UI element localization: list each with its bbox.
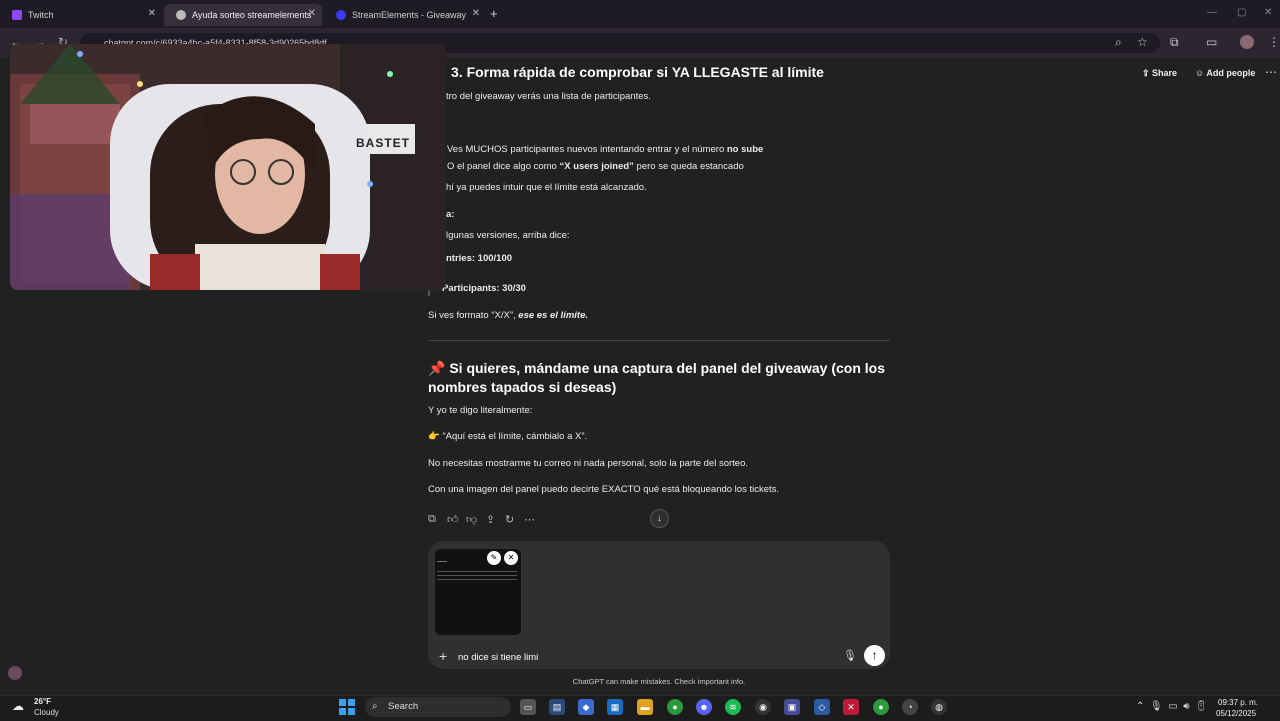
prompt-input[interactable] [458,650,818,664]
message-paragraph: Y yo te digo literalmente: [428,405,533,416]
windows-logo-tile [339,699,346,706]
send-button[interactable]: ↑ [864,645,885,666]
copilot-icon[interactable]: ◆ [578,699,594,715]
scroll-down-button[interactable]: ↓ [650,509,669,528]
cast-icon[interactable]: ▭ [1206,35,1217,49]
thumbs-down-icon[interactable]: 👎︎ [466,513,477,526]
minimize-button[interactable]: — [1207,7,1217,18]
tab-label: Ayuda sorteo streamelements [192,10,312,20]
share-label: Share [1152,68,1178,78]
weather-description[interactable]: Cloudy [34,708,59,717]
microphone-icon[interactable]: 🎙︎ [843,649,857,662]
tab-label: StreamElements - Giveaway [352,10,467,20]
twitch-icon [12,10,22,20]
message-line: ntries: 100/100 [446,253,513,264]
app-pin-icon[interactable]: ◍ [931,699,947,715]
windows-logo-tile [339,708,346,715]
remove-attachment-icon[interactable]: ✕ [504,551,518,565]
windows-logo-tile [348,708,355,715]
edit-attachment-icon[interactable]: ✎ [487,551,501,565]
add-people-label: Add people [1206,68,1256,78]
app-diamond-icon[interactable]: ◇ [814,699,830,715]
message-line: a: [446,209,455,220]
more-options-icon[interactable]: ⋯ [524,513,535,526]
widgets-icon[interactable]: ▤ [549,699,565,715]
thumbnail-line [437,561,447,562]
zoom-icon[interactable]: ⌕ [1115,35,1122,50]
search-icon: ⌕ [372,701,378,712]
weather-icon[interactable]: ☁ [12,699,24,713]
maximize-button[interactable]: ▢ [1237,7,1246,18]
copy-icon[interactable]: ⧉ [428,513,436,526]
message-line: Si ves formato “X/X”, ese es el límite. [428,310,588,321]
section-heading: 3. Forma rápida de comprobar si YA LLEGA… [451,64,824,80]
more-options-icon[interactable]: ⋯ [1265,65,1277,79]
close-icon[interactable]: ✕ [472,8,480,19]
thumbnail-line [437,571,517,572]
message-line: O el panel dice algo como “X users joine… [447,161,744,172]
webcam-sign-text: BASTET [356,136,410,150]
divider [428,340,890,341]
message-paragraph: No necesitas mostrarme tu correo ni nada… [428,458,748,469]
message-line: tro del giveaway verás una lista de part… [446,91,651,102]
add-attachment-icon[interactable]: + [439,648,447,664]
close-app-icon[interactable]: ✕ [843,699,859,715]
bookmark-star-icon[interactable]: ☆ [1137,35,1148,49]
windows-logo-tile [348,699,355,706]
chatgpt-icon [176,10,186,20]
person-icon: ☺ [1195,68,1207,78]
close-icon[interactable]: ✕ [148,8,156,19]
taskbar-search[interactable]: ⌕ Search [365,697,511,717]
tab-bar: Twitch ✕ Ayuda sorteo streamelements ✕ S… [0,0,1280,28]
chrome-active-icon[interactable]: ● [873,699,889,715]
tab-ayuda[interactable]: Ayuda sorteo streamelements ✕ [164,4,322,26]
streamelements-icon [336,10,346,20]
webcam-image [10,44,446,290]
message-line: Participants: 30/30 [442,283,526,294]
share-button[interactable]: ⇪ Share [1142,68,1177,79]
webcam-overlay: BASTET [10,44,446,290]
thumbs-up-icon[interactable]: 👍︎ [447,513,459,526]
clock-date[interactable]: 05/12/2025 [1216,709,1256,718]
tab-streamelements[interactable]: StreamElements - Giveaway ✕ [324,4,486,26]
chrome-icon[interactable]: ● [667,699,683,715]
system-tray[interactable]: ⌃ 🎙︎ ▭ 🔊︎ 🔋︎ [1136,701,1208,712]
message-line: Ves MUCHOS participantes nuevos intentan… [447,144,764,155]
app-circle-icon[interactable]: ◔ [902,699,918,715]
close-icon[interactable]: ✕ [308,8,316,19]
start-button[interactable] [339,699,355,715]
disclaimer: ChatGPT can make mistakes. Check importa… [572,677,746,686]
new-tab-button[interactable]: + [490,6,498,21]
share-icon[interactable]: ⇪ [486,513,495,526]
discord-icon[interactable]: ☻ [696,699,712,715]
spotify-icon[interactable]: ≋ [725,699,741,715]
share-icon: ⇪ [1142,68,1153,78]
message-paragraph: 👉 “Aquí está el límite, cámbialo a X”. [428,431,588,442]
thumbnail-line [437,579,517,580]
regenerate-icon[interactable]: ↻ [505,513,514,526]
weather-temperature[interactable]: 26°F [34,697,51,706]
message-line: hí ya puedes intuir que el límite está a… [446,182,647,193]
add-people-button[interactable]: ☺ Add people [1195,68,1255,78]
extensions-icon[interactable]: ⧉ [1170,35,1179,50]
section-heading: 📌 Si quieres, mándame una captura del pa… [428,360,886,395]
file-explorer-icon[interactable]: ▬ [637,699,653,715]
search-label: Search [388,701,419,712]
tab-label: Twitch [28,10,54,20]
tab-twitch[interactable]: Twitch ✕ [0,4,162,26]
window-close-button[interactable]: ✕ [1264,7,1272,18]
store-icon[interactable]: ▦ [607,699,623,715]
thumbnail-line [437,575,517,576]
task-view-icon[interactable]: ▭ [520,699,536,715]
user-avatar[interactable] [8,666,22,680]
profile-avatar[interactable] [1240,35,1254,49]
obs-icon[interactable]: ◉ [755,699,771,715]
clock-time[interactable]: 09:37 p. m. [1218,698,1258,707]
message-paragraph: Con una imagen del panel puedo decirte E… [428,484,780,495]
app-icon[interactable]: ▣ [784,699,800,715]
message-line: lgunas versiones, arriba dice: [446,230,570,241]
browser-menu-icon[interactable]: ⋮ [1268,35,1280,49]
